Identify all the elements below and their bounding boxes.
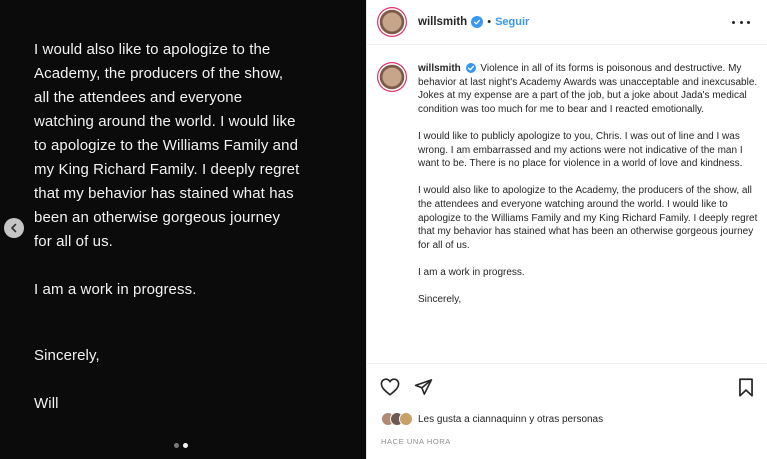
- image-sincerely-line: Sincerely,: [34, 347, 100, 364]
- separator: •: [487, 16, 492, 28]
- image-line: to apologize to the Williams Family and: [34, 137, 299, 154]
- image-line: Academy, the producers of the show,: [34, 65, 284, 82]
- avatar[interactable]: [377, 7, 407, 37]
- image-line: my King Richard Family. I deeply regret: [34, 161, 300, 178]
- caption-avatar[interactable]: [377, 62, 407, 92]
- actions-divider: [367, 363, 767, 364]
- post-header: willsmith • Seguir: [367, 0, 767, 45]
- image-progress-line: I am a work in progress.: [34, 281, 197, 298]
- carousel-prev-button[interactable]: [4, 218, 24, 238]
- carousel-dot: [174, 443, 179, 448]
- follow-button[interactable]: Seguir: [495, 16, 529, 28]
- caption-paragraph: I am a work in progress.: [418, 266, 525, 278]
- post-timestamp[interactable]: HACE UNA HORA: [381, 437, 451, 446]
- post-image[interactable]: I would also like to apologize to the Ac…: [0, 0, 366, 459]
- image-signature: Will: [34, 395, 59, 412]
- caption-username[interactable]: willsmith: [418, 63, 461, 74]
- carousel-indicator: [174, 443, 188, 448]
- post-caption: willsmith Violence in all of its forms i…: [377, 62, 762, 320]
- chevron-left-icon: [11, 223, 17, 233]
- likes-row[interactable]: Les gusta a ciannaquinn y otras personas: [381, 412, 603, 426]
- carousel-dot-active: [183, 443, 188, 448]
- heart-icon[interactable]: [380, 378, 400, 396]
- likes-text[interactable]: Les gusta a ciannaquinn y otras personas: [418, 414, 603, 425]
- post-sidebar: willsmith • Seguir willsmith Violence in…: [366, 0, 767, 459]
- verified-badge-icon: [465, 63, 476, 73]
- instagram-post: I would also like to apologize to the Ac…: [0, 0, 767, 459]
- more-options-icon[interactable]: [732, 14, 750, 30]
- image-line: all the attendees and everyone: [34, 89, 243, 106]
- username-link[interactable]: willsmith: [418, 16, 467, 28]
- caption-text: willsmith Violence in all of its forms i…: [418, 62, 758, 320]
- image-line: for all of us.: [34, 233, 113, 250]
- image-text: I would also like to apologize to the Ac…: [34, 38, 334, 416]
- caption-paragraph: Sincerely,: [418, 294, 462, 306]
- verified-badge-icon: [471, 16, 484, 28]
- image-line: watching around the world. I would like: [34, 113, 296, 130]
- caption-paragraph: I would also like to apologize to the Ac…: [418, 185, 758, 251]
- image-line: been an otherwise gorgeous journey: [34, 209, 281, 226]
- caption-paragraph: I would like to publicly apologize to yo…: [418, 130, 743, 170]
- image-line: I would also like to apologize to the: [34, 41, 271, 58]
- liker-avatar: [399, 412, 413, 426]
- share-icon[interactable]: [414, 378, 433, 396]
- image-line: that my behavior has stained what has: [34, 185, 294, 202]
- bookmark-icon[interactable]: [738, 378, 754, 397]
